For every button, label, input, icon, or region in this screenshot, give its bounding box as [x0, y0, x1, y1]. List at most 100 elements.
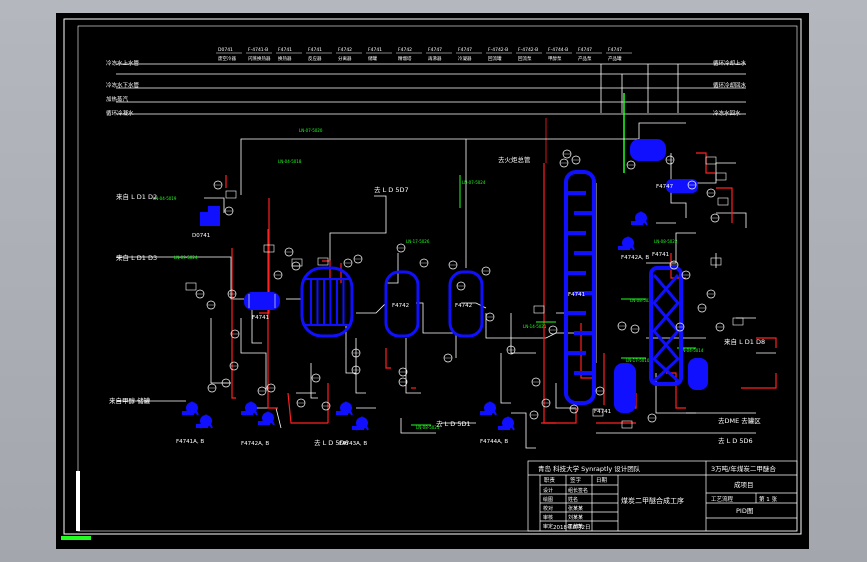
pump-icon[interactable] [258, 410, 275, 426]
stream-feed-2: 来自 L D1 D3 [116, 253, 157, 262]
reflux-drum[interactable] [630, 139, 666, 161]
instrument-bubble[interactable] [221, 378, 231, 388]
instrument-bubble[interactable] [529, 410, 539, 420]
stream-to-dme: 去DME 去罐区 [718, 416, 761, 425]
col-header-1: 签字 [570, 476, 582, 484]
header-tag-id: D0741 [218, 47, 233, 53]
instrument-bubble[interactable] [562, 149, 572, 159]
header-tag: F-4741·B 闪蒸换热器 [246, 47, 272, 62]
instrument-bubble[interactable] [266, 383, 276, 393]
instrument-bubble[interactable] [321, 401, 331, 411]
header-tag-name: 产品罐 [608, 55, 622, 62]
instrument-bubble[interactable] [710, 213, 720, 223]
header-tag-name: 回流泵 [518, 55, 532, 62]
pump-icon[interactable] [196, 413, 213, 429]
utility-label-left: 冷冻水下水管 [106, 81, 140, 89]
controller-box[interactable] [621, 420, 633, 429]
tag-column: F4741 [568, 292, 585, 298]
header-tag-id: F-4741·B [248, 47, 268, 53]
product-vessel[interactable] [688, 358, 708, 390]
cad-viewport[interactable]: D0741 废空冷器 F-4741·B 闪蒸换热器 F4741 换热器 F4741 反应器 F4… [56, 13, 809, 549]
instrument-bubble[interactable] [548, 325, 558, 335]
instrument-bubble[interactable] [569, 404, 579, 414]
tag-pump-e: F4742A, B [621, 255, 649, 261]
instrument-bubble[interactable] [626, 160, 636, 170]
instrument-bubble[interactable] [273, 270, 283, 280]
instrument-bubble[interactable] [206, 300, 216, 310]
line-number: LN-04-5014 [680, 348, 704, 353]
instrument-bubble[interactable] [448, 260, 458, 270]
instrument-bubble[interactable] [595, 386, 605, 396]
controller-box[interactable] [717, 197, 729, 206]
instrument-bubble[interactable] [665, 155, 675, 165]
controller-box[interactable] [185, 282, 197, 291]
pump-icon[interactable] [182, 400, 199, 416]
header-tag-name: 闪蒸换热器 [248, 55, 271, 62]
sheet-label: 第 1 张 [759, 495, 777, 503]
header-tag-name: 甲醇泵 [548, 55, 562, 62]
utility-label-left: 循环冷凝水 [106, 109, 134, 117]
reactor-r4741[interactable] [300, 266, 354, 338]
layer-marker [61, 536, 91, 540]
controller-box[interactable] [533, 305, 545, 314]
instrument-bubble[interactable] [353, 254, 363, 264]
instrument-bubble[interactable] [398, 367, 408, 377]
instrument-bubble[interactable] [485, 312, 495, 322]
instrument-bubble[interactable] [531, 377, 541, 387]
pump-icon[interactable] [352, 415, 369, 431]
instrument-bubble[interactable] [419, 258, 429, 268]
instrument-bubble[interactable] [213, 180, 223, 190]
reactor-x[interactable] [649, 266, 683, 386]
instrument-bubble[interactable] [571, 155, 581, 165]
instrument-bubble[interactable] [207, 383, 217, 393]
pump-icon[interactable] [241, 400, 258, 416]
instrument-bubble[interactable] [296, 398, 306, 408]
controller-box[interactable] [225, 190, 237, 199]
controller-box[interactable] [705, 156, 717, 165]
instrument-bubble[interactable] [311, 373, 321, 383]
instrument-bubble[interactable] [224, 206, 234, 216]
heat-exchanger-e4741[interactable] [244, 292, 280, 310]
tag-pump-a: F4741A, B [176, 439, 204, 445]
instrument-bubble[interactable] [481, 266, 491, 276]
stream-steam-in: 去火炬总管 [498, 155, 531, 164]
instrument-bubble[interactable] [630, 324, 640, 334]
title-block-rows: 设计 组长签名绘图 姓名校对 张某某审核 刘某某审定 王某某 [543, 487, 588, 530]
pump-icon[interactable] [618, 235, 635, 251]
instrument-bubble[interactable] [697, 303, 707, 313]
instrument-bubble[interactable] [647, 413, 657, 423]
instrument-bubble[interactable] [396, 243, 406, 253]
tb-row-name: 组长签名 [568, 487, 588, 494]
header-tag-name: 冷凝器 [458, 55, 472, 62]
instrument-bubble[interactable] [706, 289, 716, 299]
controller-box[interactable] [732, 317, 744, 326]
stream-feed-methanol: 来自甲醇 储罐 [109, 396, 151, 405]
pump-icon[interactable] [480, 400, 497, 416]
instrument-bubble[interactable] [230, 329, 240, 339]
controller-box[interactable] [715, 172, 727, 181]
instrument-bubble[interactable] [343, 258, 353, 268]
instrument-bubble[interactable] [257, 386, 267, 396]
instrument-bubble[interactable] [617, 321, 627, 331]
equipment-header: D0741废空冷器F-4741·B闪蒸换热器F4741换热器F4741反应器F4… [216, 47, 632, 62]
header-tag: F4741 反应器 [306, 47, 332, 62]
vertical-vessel[interactable] [614, 363, 636, 413]
pump-icon[interactable] [631, 210, 648, 226]
pump-icon[interactable] [498, 415, 515, 431]
instrument-bubble[interactable] [541, 398, 551, 408]
pump-icon[interactable] [336, 400, 353, 416]
instrument-bubble[interactable] [456, 281, 466, 291]
instrument-bubble[interactable] [229, 361, 239, 371]
instrument-bubble[interactable] [443, 353, 453, 363]
instrument-bubble[interactable] [715, 322, 725, 332]
instrument-bubble[interactable] [284, 247, 294, 257]
distillation-column[interactable] [564, 170, 596, 405]
instrument-bubble[interactable] [398, 377, 408, 387]
instrument-bubble[interactable] [706, 188, 716, 198]
instrument-bubble[interactable] [195, 289, 205, 299]
air-cooler-d0741[interactable] [200, 206, 220, 226]
header-tag-name: 换热器 [278, 55, 292, 62]
utility-label-left: 冷冻水上水管 [106, 59, 140, 67]
instrument-bubble[interactable] [559, 158, 569, 168]
header-tag-name: 回流罐 [488, 55, 502, 62]
